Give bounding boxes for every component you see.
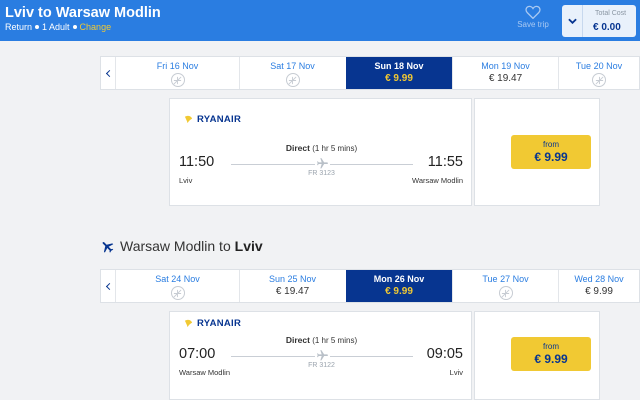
trip-type: Return <box>5 22 33 32</box>
route-line <box>231 356 315 357</box>
flight-duration: (1 hr 5 mins) <box>312 144 358 153</box>
flight-direct-info: Direct (1 hr 5 mins) <box>170 335 473 345</box>
date-price: € 19.47 <box>488 73 523 84</box>
separator-dot <box>72 25 77 30</box>
chevron-left-icon[interactable] <box>101 57 115 89</box>
date-label: Sun 18 Nov <box>374 61 424 71</box>
flight-duration: (1 hr 5 mins) <box>312 336 358 345</box>
passenger-count: 1 Adult <box>42 22 70 32</box>
airline-logo: RYANAIR <box>184 114 241 125</box>
flight-direct-info: Direct (1 hr 5 mins) <box>170 143 473 153</box>
date-option[interactable]: Sun 25 Nov € 19.47 <box>239 270 345 302</box>
airline-logo: RYANAIR <box>184 318 241 329</box>
date-option[interactable]: Sat 17 Nov <box>239 57 345 89</box>
date-price: € 9.99 <box>385 286 413 297</box>
outbound-price-card: from € 9.99 <box>474 98 600 206</box>
depart-city: Warsaw Modlin <box>179 368 230 377</box>
fare-price: € 9.99 <box>534 352 568 366</box>
return-section-title: Warsaw Modlin to Lviv <box>100 238 263 254</box>
save-trip-label: Save trip <box>517 20 549 29</box>
outbound-date-strip: Fri 16 Nov Sat 17 Nov Sun 18 Nov € 9.99 … <box>100 56 640 90</box>
arrive-time: 09:05 <box>426 346 463 362</box>
arrive-time: 11:55 <box>427 154 463 170</box>
route-line <box>330 164 413 165</box>
date-label: Wed 28 Nov <box>574 274 624 284</box>
arrive-city: Warsaw Modlin <box>412 176 463 185</box>
date-price: € 9.99 <box>385 73 413 84</box>
date-label: Sun 25 Nov <box>268 274 317 284</box>
flight-type: Direct <box>285 335 310 345</box>
date-option[interactable]: Sat 24 Nov <box>115 270 239 302</box>
route-line <box>330 356 413 357</box>
ryanair-harp-icon <box>184 115 193 124</box>
route-line <box>231 164 315 165</box>
date-option[interactable]: Tue 20 Nov <box>558 57 639 89</box>
date-price: € 19.47 <box>275 286 310 297</box>
flight-number: FR 3123 <box>308 170 335 177</box>
return-date-strip: Sat 24 Nov Sun 25 Nov € 19.47 Mon 26 Nov… <box>100 269 640 303</box>
airline-name: RYANAIR <box>197 318 242 329</box>
no-flight-icon <box>592 73 606 87</box>
date-label: Sat 17 Nov <box>270 61 315 71</box>
flight-type: Direct <box>285 143 310 153</box>
date-label: Mon 19 Nov <box>481 61 530 71</box>
header-bar: Lviv to Warsaw Modlin Return 1 Adult Chang… <box>0 0 640 41</box>
no-flight-icon <box>498 286 513 300</box>
date-option-selected[interactable]: Sun 18 Nov € 9.99 <box>346 57 452 89</box>
date-label: Sat 24 Nov <box>155 274 200 284</box>
return-flight-card[interactable]: RYANAIR Direct (1 hr 5 mins) 07:00 09:05… <box>169 311 472 400</box>
depart-time: 11:50 <box>179 154 215 170</box>
separator-dot <box>35 25 40 30</box>
outbound-flight-card[interactable]: RYANAIR Direct (1 hr 5 mins) 11:50 11:55… <box>169 98 472 206</box>
chevron-left-icon[interactable] <box>101 270 115 302</box>
date-label: Mon 26 Nov <box>373 274 425 284</box>
total-cost-value: € 0.00 <box>593 22 621 33</box>
change-link[interactable]: Change <box>80 22 112 32</box>
fare-price: € 9.99 <box>534 150 568 164</box>
airline-name: RYANAIR <box>197 114 242 125</box>
save-trip-button[interactable]: Save trip <box>512 5 554 29</box>
depart-time: 07:00 <box>179 346 216 362</box>
plane-icon <box>317 158 328 169</box>
depart-city: Lviv <box>179 176 193 185</box>
flight-number: FR 3122 <box>308 362 335 369</box>
date-option[interactable]: Fri 16 Nov <box>115 57 239 89</box>
no-flight-icon <box>285 73 300 87</box>
chevron-down-icon[interactable] <box>562 5 583 37</box>
section-route: Warsaw Modlin to <box>120 238 231 254</box>
plane-icon <box>102 241 114 253</box>
total-cost-label: Total Cost <box>595 10 627 17</box>
date-price: € 9.99 <box>585 286 613 297</box>
section-destination: Lviv <box>234 238 263 254</box>
date-label: Tue 20 Nov <box>575 61 623 71</box>
date-label: Fri 16 Nov <box>156 61 199 71</box>
select-fare-button[interactable]: from € 9.99 <box>511 135 591 169</box>
select-fare-button[interactable]: from € 9.99 <box>511 337 591 371</box>
trip-summary: Return 1 Adult Change <box>5 22 111 32</box>
date-label: Tue 27 Nov <box>482 274 529 284</box>
from-label: from <box>543 342 559 351</box>
date-option[interactable]: Wed 28 Nov € 9.99 <box>558 270 639 302</box>
total-cost-box[interactable]: Total Cost € 0.00 <box>562 5 636 37</box>
return-price-card: from € 9.99 <box>474 311 600 400</box>
heart-icon <box>525 5 541 19</box>
no-flight-icon <box>170 286 185 300</box>
arrive-city: Lviv <box>449 368 463 377</box>
date-option-selected[interactable]: Mon 26 Nov € 9.99 <box>346 270 452 302</box>
plane-icon <box>317 350 328 361</box>
no-flight-icon <box>170 73 185 87</box>
trip-title: Lviv to Warsaw Modlin <box>5 5 161 21</box>
ryanair-harp-icon <box>184 319 193 328</box>
from-label: from <box>543 140 559 149</box>
date-option[interactable]: Mon 19 Nov € 19.47 <box>452 57 558 89</box>
date-option[interactable]: Tue 27 Nov <box>452 270 558 302</box>
